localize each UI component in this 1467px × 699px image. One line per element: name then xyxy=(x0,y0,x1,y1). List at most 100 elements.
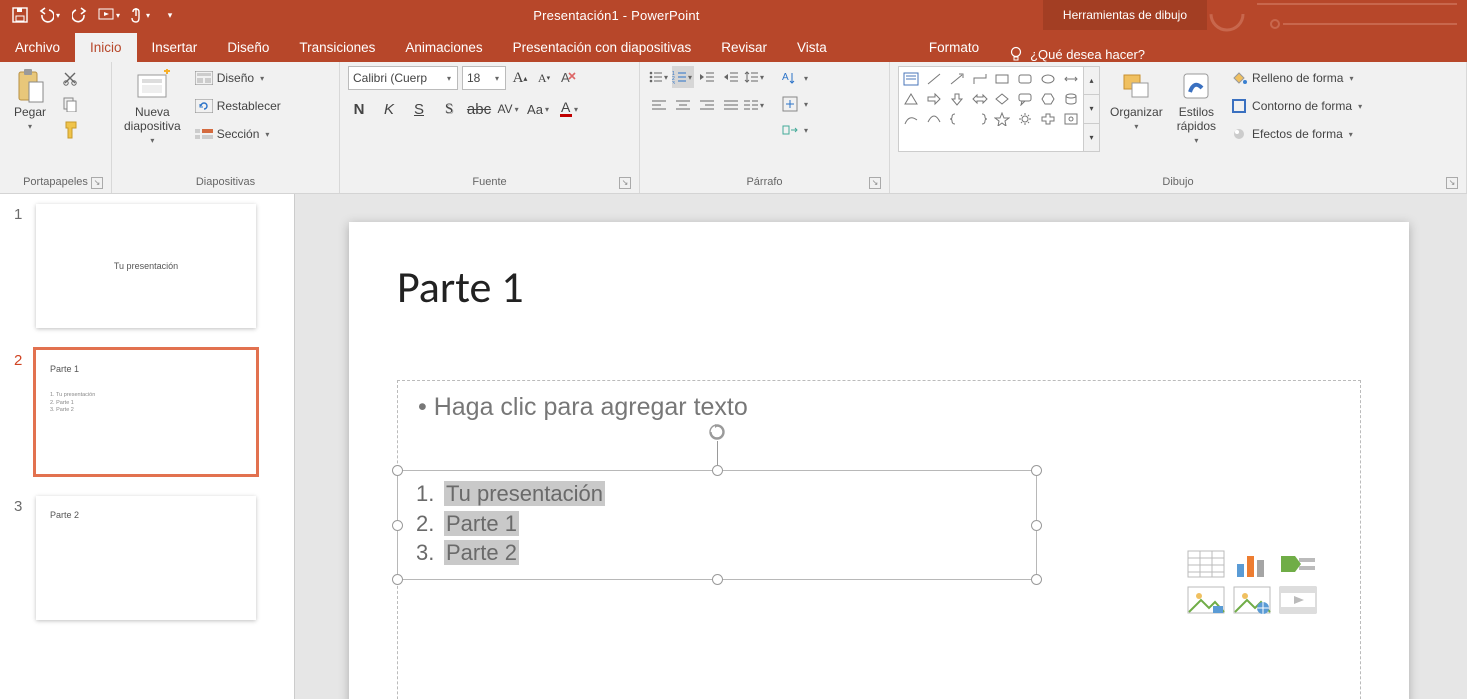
touch-mode-button[interactable]: ▾ xyxy=(128,3,152,27)
shape-triangle-icon[interactable] xyxy=(901,89,922,109)
align-left-button[interactable] xyxy=(648,94,670,116)
bold-button[interactable]: N xyxy=(348,98,370,120)
insert-smartart-icon[interactable] xyxy=(1279,550,1319,580)
rotation-handle-icon[interactable] xyxy=(708,423,726,441)
tab-presentacion[interactable]: Presentación con diapositivas xyxy=(498,33,707,62)
arrange-button[interactable]: Organizar▾ xyxy=(1106,66,1167,133)
text-direction-button[interactable]: A▾ xyxy=(778,66,814,90)
selected-textbox[interactable]: 1.Tu presentación 2.Parte 1 3.Parte 2 xyxy=(397,470,1037,580)
new-slide-button[interactable]: Nueva diapositiva▾ xyxy=(120,66,185,147)
shadow-button[interactable]: S xyxy=(438,98,460,120)
shape-hexagon-icon[interactable] xyxy=(1038,89,1059,109)
shape-action-icon[interactable] xyxy=(1060,109,1081,129)
cut-button[interactable] xyxy=(58,66,84,90)
slide[interactable]: Parte 1 Haga clic para agregar texto 1.T… xyxy=(349,222,1409,699)
dialog-launcher-icon[interactable]: ↘ xyxy=(869,177,881,189)
shape-oval-icon[interactable] xyxy=(1038,69,1059,89)
font-color-button[interactable]: A▾ xyxy=(558,98,580,120)
resize-handle[interactable] xyxy=(1031,520,1042,531)
char-spacing-button[interactable]: AV▾ xyxy=(498,98,520,120)
strike-button[interactable]: abc xyxy=(468,98,490,120)
tab-vista[interactable]: Vista xyxy=(782,33,842,62)
insert-chart-icon[interactable] xyxy=(1233,550,1273,580)
section-button[interactable]: Sección▾ xyxy=(191,122,285,146)
numbered-list[interactable]: 1.Tu presentación 2.Parte 1 3.Parte 2 xyxy=(398,471,1036,576)
shape-plus-icon[interactable] xyxy=(1038,109,1059,129)
shape-connector-icon[interactable] xyxy=(969,69,990,89)
insert-video-icon[interactable] xyxy=(1279,586,1319,616)
tab-archivo[interactable]: Archivo xyxy=(0,33,75,62)
shape-arc-icon[interactable] xyxy=(924,109,945,129)
shape-line-icon[interactable] xyxy=(924,69,945,89)
shape-arrow-line-icon[interactable] xyxy=(947,69,968,89)
quick-styles-button[interactable]: Estilos rápidos▾ xyxy=(1173,66,1220,147)
shape-callout-icon[interactable] xyxy=(1015,89,1036,109)
dialog-launcher-icon[interactable]: ↘ xyxy=(1446,177,1458,189)
shape-roundrect-icon[interactable] xyxy=(1015,69,1036,89)
clear-format-button[interactable]: A xyxy=(558,68,578,88)
columns-button[interactable]: ▾ xyxy=(744,94,766,116)
copy-button[interactable] xyxy=(58,92,84,116)
shrink-font-button[interactable]: A▾ xyxy=(534,68,554,88)
shape-effects-button[interactable]: Efectos de forma▾ xyxy=(1226,122,1368,146)
tab-inicio[interactable]: Inicio xyxy=(75,33,137,62)
tab-insertar[interactable]: Insertar xyxy=(137,33,213,62)
layout-button[interactable]: Diseño▾ xyxy=(191,66,285,90)
resize-handle[interactable] xyxy=(1031,465,1042,476)
format-painter-button[interactable] xyxy=(58,118,84,142)
numbering-button[interactable]: 123▾ xyxy=(672,66,694,88)
reset-button[interactable]: Restablecer xyxy=(191,94,285,118)
shape-brace-r-icon[interactable] xyxy=(969,109,990,129)
tab-formato[interactable]: Formato xyxy=(914,33,994,62)
increase-indent-button[interactable] xyxy=(720,66,742,88)
dialog-launcher-icon[interactable]: ↘ xyxy=(91,177,103,189)
shape-fill-button[interactable]: Relleno de forma▾ xyxy=(1226,66,1368,90)
shape-brace-icon[interactable] xyxy=(947,109,968,129)
shape-arrow-dbl-icon[interactable] xyxy=(969,89,990,109)
slideshow-button[interactable]: ▾ xyxy=(98,3,122,27)
shape-rect-icon[interactable] xyxy=(992,69,1013,89)
list-item[interactable]: Tu presentación xyxy=(444,481,605,506)
shape-curve-icon[interactable] xyxy=(901,109,922,129)
undo-button[interactable]: ▾ xyxy=(38,3,62,27)
insert-picture-icon[interactable] xyxy=(1187,586,1227,616)
change-case-button[interactable]: Aa▾ xyxy=(528,98,550,120)
thumb-2[interactable]: 2 Parte 1 1. Tu presentación 2. Parte 1 … xyxy=(14,350,280,474)
dialog-launcher-icon[interactable]: ↘ xyxy=(619,177,631,189)
smartart-button[interactable]: ▾ xyxy=(778,118,814,142)
align-right-button[interactable] xyxy=(696,94,718,116)
shape-textbox-icon[interactable] xyxy=(901,69,922,89)
decrease-indent-button[interactable] xyxy=(696,66,718,88)
insert-table-icon[interactable] xyxy=(1187,550,1227,580)
shape-outline-button[interactable]: Contorno de forma▾ xyxy=(1226,94,1368,118)
shape-cylinder-icon[interactable] xyxy=(1060,89,1081,109)
shape-arrow-down-icon[interactable] xyxy=(947,89,968,109)
save-button[interactable] xyxy=(8,3,32,27)
shapes-gallery[interactable] xyxy=(898,66,1084,152)
align-text-button[interactable]: ▾ xyxy=(778,92,814,116)
paste-button[interactable]: Pegar ▾ xyxy=(8,66,52,133)
shapes-gallery-scroll[interactable]: ▴▾▾ xyxy=(1084,66,1100,152)
resize-handle[interactable] xyxy=(712,574,723,585)
thumb-1[interactable]: 1 Tu presentación xyxy=(14,204,280,328)
shape-arrow-right-icon[interactable] xyxy=(924,89,945,109)
shape-diamond-icon[interactable] xyxy=(992,89,1013,109)
tab-transiciones[interactable]: Transiciones xyxy=(284,33,390,62)
justify-button[interactable] xyxy=(720,94,742,116)
qat-customize-button[interactable]: ▾ xyxy=(158,3,182,27)
redo-button[interactable] xyxy=(68,3,92,27)
resize-handle[interactable] xyxy=(392,574,403,585)
italic-button[interactable]: K xyxy=(378,98,400,120)
tab-animaciones[interactable]: Animaciones xyxy=(390,33,497,62)
bullets-button[interactable]: ▾ xyxy=(648,66,670,88)
resize-handle[interactable] xyxy=(392,465,403,476)
resize-handle[interactable] xyxy=(1031,574,1042,585)
tab-revisar[interactable]: Revisar xyxy=(706,33,782,62)
resize-handle[interactable] xyxy=(712,465,723,476)
grow-font-button[interactable]: A▴ xyxy=(510,68,530,88)
font-size-combo[interactable]: 18▾ xyxy=(462,66,506,90)
list-item[interactable]: Parte 1 xyxy=(444,511,519,536)
align-center-button[interactable] xyxy=(672,94,694,116)
slide-canvas-area[interactable]: Parte 1 Haga clic para agregar texto 1.T… xyxy=(295,194,1467,699)
list-item[interactable]: Parte 2 xyxy=(444,540,519,565)
